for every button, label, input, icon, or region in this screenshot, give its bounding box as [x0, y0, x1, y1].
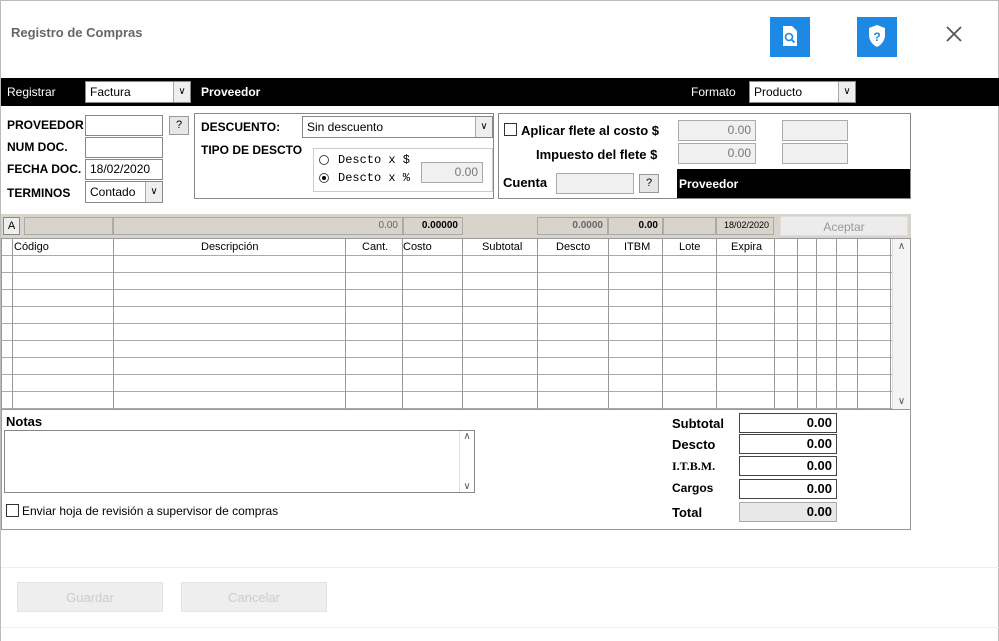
enviar-label: Enviar hoja de revisión a supervisor de …	[22, 504, 279, 518]
enviar-checkbox[interactable]	[6, 504, 19, 517]
radio-descto-porcentaje-label: Descto x %	[338, 171, 411, 185]
chevron-down-icon: ∨	[145, 182, 162, 202]
descto-entry[interactable]: 0.0000	[537, 217, 608, 235]
tipo-descto-label: TIPO DE DESCTO	[201, 143, 303, 157]
flete-proveedor-label: Proveedor	[679, 177, 739, 191]
terminos-value: Contado	[90, 185, 136, 199]
descuento-select[interactable]: Sin descuento ∨	[302, 116, 493, 138]
cuenta-label: Cuenta	[503, 175, 548, 190]
col-cant: Cant.	[362, 241, 389, 253]
total-value: 0.00	[739, 502, 837, 522]
notas-textarea[interactable]	[4, 430, 475, 493]
formato-select[interactable]: Producto ∨	[749, 81, 856, 103]
fecha-label: FECHA DOC.	[7, 162, 82, 176]
cuenta-input[interactable]	[556, 173, 634, 194]
registrar-label: Registrar	[7, 85, 56, 99]
col-codigo: Código	[14, 241, 49, 253]
notas-scrollbar[interactable]: ∧ ∨	[459, 431, 474, 492]
chevron-down-icon: ∨	[173, 82, 190, 102]
chevron-down-icon[interactable]: ∨	[460, 481, 474, 492]
aceptar-button[interactable]: Aceptar	[780, 216, 908, 236]
purchase-register-window: Registro de Compras ? Registrar Factura …	[0, 0, 999, 641]
itbm-total-label: I.T.B.M.	[672, 459, 716, 473]
grid-scrollbar[interactable]: ∧ ∨	[892, 239, 910, 409]
cancelar-button[interactable]: Cancelar	[181, 582, 327, 612]
radio-descto-porcentaje[interactable]	[319, 172, 329, 186]
numdoc-label: NUM DOC.	[7, 140, 68, 154]
descuento-value: Sin descuento	[307, 120, 384, 134]
itbm-total-value: 0.00	[739, 456, 837, 476]
svg-text:?: ?	[873, 30, 880, 44]
chevron-up-icon[interactable]: ∧	[460, 431, 474, 442]
formato-value: Producto	[754, 85, 803, 99]
subtotal-value: 0.00	[739, 413, 837, 433]
radio-icon	[319, 155, 329, 165]
radio-selected-icon	[319, 173, 329, 183]
col-itbm: ITBM	[624, 241, 651, 253]
fecha-input[interactable]: 18/02/2020	[85, 159, 163, 180]
codigo-entry[interactable]	[24, 217, 113, 235]
footer-divider	[1, 567, 999, 568]
cant-entry[interactable]: 0.00	[113, 217, 403, 235]
items-grid: Código Descripción Cant. Costo Subtotal …	[1, 238, 911, 410]
terminos-label: TERMINOS	[7, 186, 71, 200]
proveedor-input[interactable]	[85, 115, 163, 136]
impuesto-extra-input[interactable]	[782, 143, 848, 164]
col-subtotal: Subtotal	[482, 241, 523, 253]
total-label: Total	[672, 505, 703, 520]
registrar-select[interactable]: Factura ∨	[85, 81, 191, 103]
numdoc-input[interactable]	[85, 137, 163, 158]
descuento-label: DESCUENTO:	[201, 120, 281, 134]
registrar-value: Factura	[90, 85, 131, 99]
aplicar-flete-label: Aplicar flete al costo $	[521, 123, 659, 138]
chevron-up-icon[interactable]: ∧	[893, 241, 910, 252]
guardar-button[interactable]: Guardar	[17, 582, 163, 612]
col-costo: Costo	[403, 241, 432, 253]
descto-total-label: Descto	[672, 437, 716, 452]
a-button[interactable]: A	[3, 217, 20, 235]
costo-entry[interactable]: 0.00000	[403, 217, 463, 235]
aplicar-flete-checkbox[interactable]	[504, 123, 517, 136]
formato-label: Formato	[691, 85, 736, 99]
expira-entry[interactable]: 18/02/2020	[716, 217, 774, 235]
col-expira: Expira	[731, 241, 763, 253]
cargos-label: Cargos	[672, 481, 714, 495]
cargos-value: 0.00	[739, 479, 837, 499]
proveedor-help-button[interactable]: ?	[169, 116, 189, 135]
radio-descto-dolar[interactable]	[319, 154, 329, 168]
notas-label: Notas	[6, 414, 43, 429]
shield-question-icon: ?	[867, 24, 887, 51]
descto-amount-input[interactable]: 0.00	[421, 162, 483, 183]
impuesto-flete-label: Impuesto del flete $	[536, 147, 658, 162]
col-descto: Descto	[556, 241, 591, 253]
chevron-down-icon[interactable]: ∨	[893, 396, 910, 407]
footer-bottom-divider	[1, 627, 999, 628]
aplicar-flete-input[interactable]: 0.00	[678, 120, 756, 141]
chevron-down-icon: ∨	[475, 117, 492, 137]
cuenta-help-button[interactable]: ?	[639, 174, 659, 193]
document-search-icon	[781, 25, 799, 50]
close-icon[interactable]	[945, 25, 965, 45]
security-button[interactable]: ?	[857, 17, 897, 57]
descto-total-value: 0.00	[739, 434, 837, 454]
impuesto-flete-input[interactable]: 0.00	[678, 143, 756, 164]
flete-extra-input[interactable]	[782, 120, 848, 141]
window-title: Registro de Compras	[11, 25, 143, 40]
itbm-entry[interactable]: 0.00	[608, 217, 663, 235]
col-descripcion: Descripción	[201, 241, 259, 253]
terminos-select[interactable]: Contado ∨	[85, 181, 163, 203]
col-lote: Lote	[679, 241, 701, 253]
chevron-down-icon: ∨	[838, 82, 855, 102]
proveedor-header: Proveedor	[201, 85, 261, 99]
proveedor-label: PROVEEDOR	[7, 118, 84, 132]
preview-button[interactable]	[770, 17, 810, 57]
radio-descto-dolar-label: Descto x $	[338, 153, 411, 167]
subtotal-label: Subtotal	[672, 416, 724, 431]
lote-entry[interactable]	[663, 217, 716, 235]
